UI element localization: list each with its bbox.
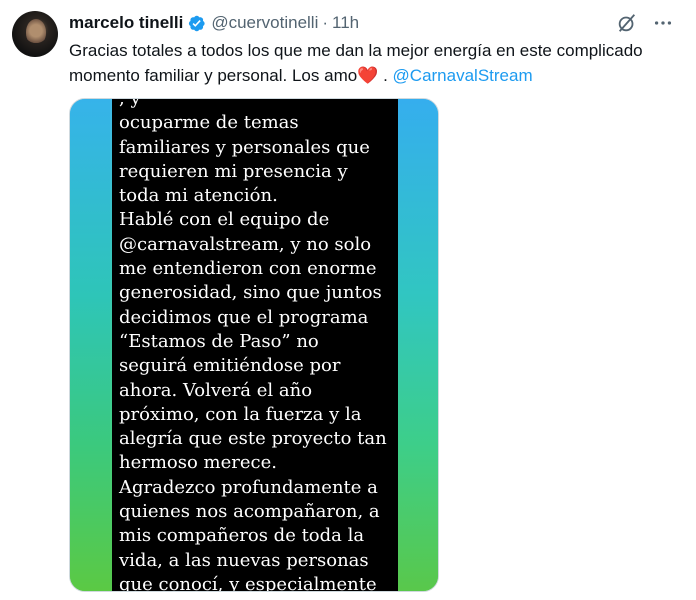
- more-options-icon[interactable]: [652, 12, 674, 34]
- heart-emoji: ❤️: [357, 66, 379, 85]
- story-text: , y ocuparme de temas familiares y perso…: [119, 98, 387, 592]
- gradient-edge-right: [398, 99, 438, 591]
- mention-link[interactable]: @CarnavalStream: [393, 66, 533, 85]
- tweet-header: marcelo tinelli @cuervotinelli · 11h: [69, 12, 359, 34]
- separator-dot: ·: [322, 13, 329, 32]
- avatar-photo: [26, 19, 46, 45]
- text-separator: .: [378, 66, 393, 85]
- tweet-text: Gracias totales a todos los que me dan l…: [69, 38, 684, 88]
- tweet-card[interactable]: marcelo tinelli @cuervotinelli · 11h Gra: [0, 0, 696, 600]
- avatar[interactable]: [12, 11, 58, 57]
- gradient-edge-left: [70, 99, 110, 591]
- tweet-text-body: Gracias totales a todos los que me dan l…: [69, 41, 643, 85]
- tweet-actions: [616, 12, 674, 34]
- verified-badge-icon[interactable]: [187, 14, 206, 33]
- author-name[interactable]: marcelo tinelli: [69, 13, 183, 33]
- media-image[interactable]: , y ocuparme de temas familiares y perso…: [69, 98, 439, 592]
- author-handle[interactable]: @cuervotinelli: [211, 13, 318, 33]
- grok-icon[interactable]: [616, 12, 638, 34]
- timestamp[interactable]: 11h: [332, 13, 359, 33]
